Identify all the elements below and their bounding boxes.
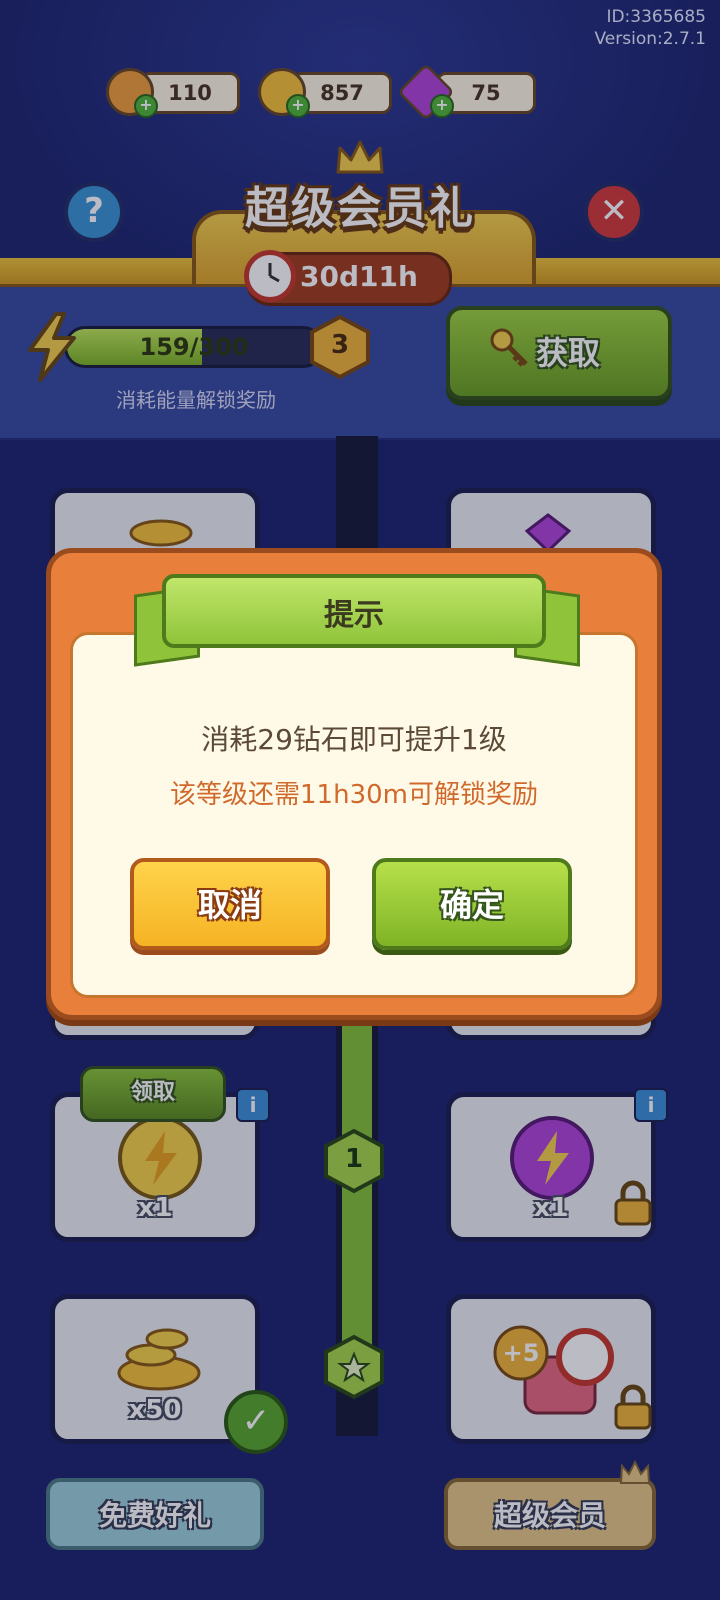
dialog-sub-message: 该等级还需11h30m可解锁奖励	[170, 780, 538, 810]
dialog-title: 提示	[324, 598, 384, 633]
confirm-button[interactable]: 确定	[372, 858, 572, 950]
dialog-message: 消耗29钻石即可提升1级	[201, 723, 507, 756]
cancel-button[interactable]: 取消	[130, 858, 330, 950]
